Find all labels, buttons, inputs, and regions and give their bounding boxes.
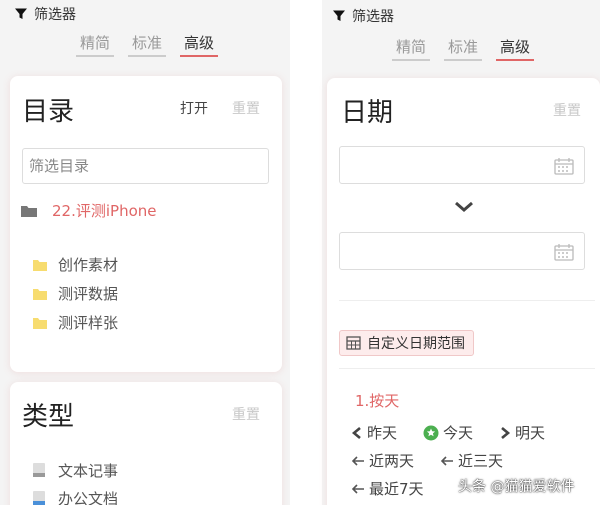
watermark: 头条 @猫猫爱软件 xyxy=(458,479,575,495)
folder-item[interactable]: 测评数据 xyxy=(32,279,118,308)
mode-tabs: 精简 标准 高级 xyxy=(76,32,219,57)
text-note-icon xyxy=(33,463,45,477)
arrow-left-icon xyxy=(351,483,364,494)
date-title: 日期 xyxy=(341,98,394,128)
calendar-grid-icon xyxy=(346,336,361,350)
last-seven-days-option[interactable]: 最近7天 xyxy=(351,478,424,499)
last-two-days-option[interactable]: 近两天 xyxy=(351,450,414,471)
last-three-days-label: 近三天 xyxy=(458,452,504,470)
folder-dark-icon xyxy=(21,205,37,217)
folder-label: 测评样张 xyxy=(58,314,119,332)
open-button[interactable]: 打开 xyxy=(180,98,208,118)
type-label: 文本记事 xyxy=(58,461,119,480)
start-date-input[interactable] xyxy=(339,146,585,184)
mode-tabs: 精简 标准 高级 xyxy=(392,36,535,61)
last-three-days-option[interactable]: 近三天 xyxy=(440,450,503,471)
folder-icon xyxy=(33,288,47,300)
tab-advanced[interactable]: 高级 xyxy=(496,36,535,61)
day-options-row: 近两天 近三天 xyxy=(351,450,529,471)
filter-header: 筛选器 xyxy=(332,6,394,26)
day-options-row: 最近7天 xyxy=(351,478,450,499)
folder-label: 测评数据 xyxy=(58,285,119,303)
folder-label: 创作素材 xyxy=(58,256,119,274)
today-label: 今天 xyxy=(443,424,474,442)
tomorrow-option[interactable]: 明天 xyxy=(499,422,545,443)
calendar-icon[interactable] xyxy=(554,157,574,175)
divider xyxy=(339,300,595,301)
custom-range-label: 自定义日期范围 xyxy=(367,336,465,352)
yesterday-label: 昨天 xyxy=(367,424,398,442)
calendar-icon[interactable] xyxy=(554,243,574,261)
folder-list: 创作素材 测评数据 测评样张 xyxy=(32,250,118,337)
office-doc-icon xyxy=(33,491,45,505)
chevron-left-icon xyxy=(351,426,361,439)
yesterday-option[interactable]: 昨天 xyxy=(351,422,397,443)
type-item[interactable]: 文本记事 xyxy=(32,456,118,484)
arrow-left-icon xyxy=(351,455,364,466)
filter-title: 筛选器 xyxy=(352,9,394,25)
reset-catalog-button[interactable]: 重置 xyxy=(232,98,260,118)
type-card: 类型 重置 文本记事 办公文档 xyxy=(10,382,282,505)
tab-standard[interactable]: 标准 xyxy=(128,32,167,57)
filter-header: 筛选器 xyxy=(14,4,76,24)
tab-simple[interactable]: 精简 xyxy=(392,36,431,61)
reset-date-button[interactable]: 重置 xyxy=(553,100,581,120)
reset-type-button[interactable]: 重置 xyxy=(232,404,260,424)
folder-icon xyxy=(33,259,47,271)
filter-title: 筛选器 xyxy=(34,7,76,23)
custom-date-range-button[interactable]: 自定义日期范围 xyxy=(339,330,474,356)
folder-item[interactable]: 创作素材 xyxy=(32,250,118,279)
date-card: 日期 重置 自定义日期范围 1.按天 昨天 今天 明天 近两天 近三天 最近7天 xyxy=(327,78,600,505)
folder-icon xyxy=(33,317,47,329)
root-folder-item[interactable]: 22.评测iPhone xyxy=(20,200,157,221)
type-title: 类型 xyxy=(22,402,75,432)
funnel-icon xyxy=(333,10,345,21)
last-seven-days-label: 最近7天 xyxy=(369,480,424,498)
folder-item[interactable]: 测评样张 xyxy=(32,308,118,337)
arrow-left-icon xyxy=(440,455,454,466)
right-filter-panel: 筛选器 精简 标准 高级 日期 重置 自定义日期范围 1.按天 昨天 今天 明天… xyxy=(322,0,600,505)
left-filter-panel: 筛选器 精简 标准 高级 目录 打开 重置 22.评测iPhone 创作素材 测… xyxy=(0,0,290,505)
catalog-card: 目录 打开 重置 22.评测iPhone 创作素材 测评数据 测评样张 xyxy=(10,76,282,372)
last-two-days-label: 近两天 xyxy=(369,452,415,470)
root-folder-label: 22.评测iPhone xyxy=(52,202,157,220)
chevron-right-icon xyxy=(501,426,511,439)
catalog-filter-input[interactable] xyxy=(22,148,269,184)
tab-advanced[interactable]: 高级 xyxy=(180,32,219,57)
tab-simple[interactable]: 精简 xyxy=(76,32,115,57)
today-star-icon xyxy=(423,425,439,440)
by-day-heading: 1.按天 xyxy=(355,392,400,410)
tab-standard[interactable]: 标准 xyxy=(444,36,483,61)
divider xyxy=(339,368,595,369)
tomorrow-label: 明天 xyxy=(515,424,546,442)
catalog-title: 目录 xyxy=(22,97,75,127)
funnel-icon xyxy=(15,8,27,19)
type-list: 文本记事 办公文档 xyxy=(32,456,118,505)
chevron-down-icon xyxy=(455,201,473,212)
end-date-input[interactable] xyxy=(339,232,585,270)
day-options-row: 昨天 今天 明天 xyxy=(351,422,571,443)
type-item[interactable]: 办公文档 xyxy=(32,484,118,505)
today-option[interactable]: 今天 xyxy=(423,422,473,443)
type-label: 办公文档 xyxy=(58,489,119,505)
